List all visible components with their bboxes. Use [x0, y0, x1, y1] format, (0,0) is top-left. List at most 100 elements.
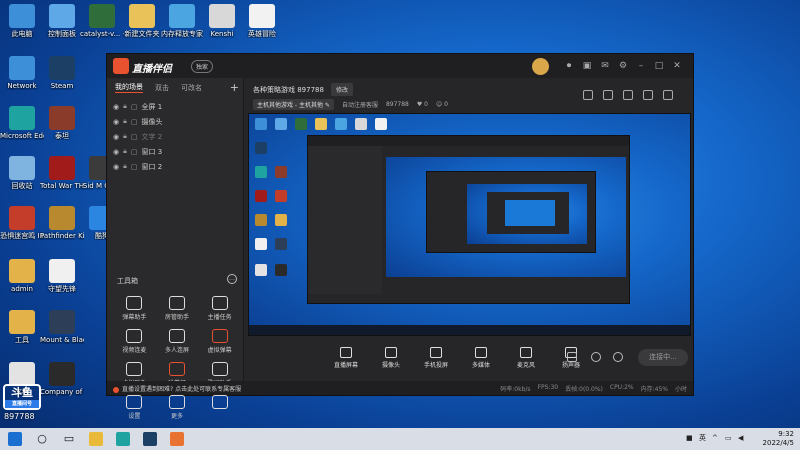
- tab-double-click[interactable]: 双击: [155, 83, 169, 93]
- setup-link[interactable]: 自动注册客服: [342, 100, 378, 109]
- desktop-icon[interactable]: Kenshi: [200, 4, 244, 38]
- ime-indicator[interactable]: 英: [699, 434, 707, 443]
- scene-item[interactable]: ◉ 🔒︎ ▢ 窗口 2: [107, 159, 243, 174]
- tool-item[interactable]: 主播任务: [198, 296, 241, 321]
- network-icon[interactable]: ▭: [725, 434, 733, 443]
- tool-item[interactable]: 设置: [113, 395, 156, 420]
- chevron-up-icon[interactable]: ^: [712, 434, 720, 443]
- screen-capture-button[interactable]: 直播屏幕: [329, 347, 363, 369]
- douyu-icon[interactable]: [170, 432, 184, 446]
- edge-icon[interactable]: [116, 432, 130, 446]
- tool-item[interactable]: 视频连麦: [113, 329, 156, 354]
- gift-icon[interactable]: ▣: [581, 60, 593, 72]
- tool-item[interactable]: [198, 395, 241, 420]
- microphone-button[interactable]: 麦克风: [509, 347, 543, 369]
- maximize-icon[interactable]: □: [653, 60, 665, 72]
- eye-icon[interactable]: ◉: [113, 118, 119, 126]
- desktop-icon[interactable]: 工具: [0, 310, 44, 344]
- layout-icon[interactable]: [583, 90, 593, 100]
- record-icon[interactable]: ⏺: [563, 60, 575, 72]
- tools-more-button[interactable]: …: [227, 274, 237, 284]
- lock-icon[interactable]: 🔒︎: [123, 162, 127, 171]
- tool-label: 主播任务: [207, 314, 232, 321]
- scene-item[interactable]: ◉ 🔒︎ ▢ 窗口 3: [107, 144, 243, 159]
- control-icon: [430, 347, 442, 358]
- desktop-icon[interactable]: Steam: [40, 56, 84, 90]
- app-icon: [49, 362, 75, 386]
- desktop-icon[interactable]: 内存释放专家: [160, 4, 204, 38]
- eye-icon[interactable]: ◉: [113, 133, 119, 141]
- desktop-icon[interactable]: 控制面板: [40, 4, 84, 38]
- share-icon[interactable]: [663, 90, 673, 100]
- desktop-icon[interactable]: 新建文件夹: [120, 4, 164, 38]
- bell-icon[interactable]: [643, 90, 653, 100]
- task-view-icon[interactable]: ▭: [62, 432, 76, 446]
- tab-renamable[interactable]: 可改名: [181, 83, 202, 93]
- file-explorer-icon[interactable]: [89, 432, 103, 446]
- avatar[interactable]: [532, 58, 549, 75]
- camera-record-icon[interactable]: [567, 352, 577, 362]
- desktop-icon[interactable]: catalyst-v... -绿色方式: [80, 4, 124, 38]
- desktop-icon[interactable]: Network: [0, 56, 44, 90]
- tool-item[interactable]: 虚拟弹幕: [198, 329, 241, 354]
- minimize-icon[interactable]: –: [635, 60, 647, 72]
- lock-icon[interactable]: 🔒︎: [123, 132, 127, 141]
- lock-icon[interactable]: [603, 90, 613, 100]
- desktop-icon[interactable]: 恐惧迷宫鸣 III: [0, 206, 44, 240]
- scene-item[interactable]: ◉ 🔒︎ ▢ 文字 2: [107, 129, 243, 144]
- support-notice[interactable]: 直播设置遇到困难? 点击此处可联系专属客服: [113, 384, 241, 393]
- category-chip[interactable]: 主机其他游戏 - 主机其他 ✎: [253, 99, 334, 110]
- scene-item[interactable]: ◉ 🔒︎ ▢ 摄像头: [107, 114, 243, 129]
- desktop-icon[interactable]: 英雄冒险: [240, 4, 284, 38]
- desktop-icon[interactable]: Microsoft Edge: [0, 106, 44, 140]
- clock[interactable]: 9:32 2022/4/5: [763, 430, 794, 448]
- lock-icon[interactable]: 🔒︎: [123, 102, 127, 111]
- settings-icon[interactable]: ⚙: [617, 60, 629, 72]
- eye-icon[interactable]: ◉: [113, 163, 119, 171]
- scene-item[interactable]: ◉ 🔒︎ ▢ 全屏 1: [107, 99, 243, 114]
- volume-icon[interactable]: ◀: [738, 434, 746, 443]
- streaming-app-window: 直播伴侣 独家 ⏺ ▣ ✉ ⚙ – □ ✕ 我的场景 双击 可改名 + ◉ 🔒︎ ▢ 全屏 1 ◉ 🔒…: [106, 53, 694, 420]
- eye-icon[interactable]: ◉: [113, 148, 119, 156]
- room-id: 897788: [385, 101, 409, 108]
- account-badge[interactable]: 独家: [191, 60, 214, 73]
- phone-cast-button[interactable]: 手机投屏: [419, 347, 453, 369]
- eye-icon[interactable]: [591, 352, 601, 362]
- tool-item[interactable]: 多人连屏: [156, 329, 199, 354]
- lock-icon[interactable]: 🔒︎: [123, 147, 127, 156]
- desktop-icon[interactable]: Pathfinder Kingmaker: [40, 206, 84, 240]
- mail-icon[interactable]: ✉: [599, 60, 611, 72]
- desktop-icon[interactable]: Company of Heroes 2: [40, 362, 84, 396]
- desktop-icon[interactable]: 回收站: [0, 156, 44, 190]
- edit-title-button[interactable]: 修改: [331, 83, 354, 96]
- gear-icon[interactable]: [613, 352, 623, 362]
- tab-my-scenes[interactable]: 我的场景: [115, 82, 143, 93]
- desktop-icon[interactable]: admin: [0, 259, 44, 293]
- add-scene-button[interactable]: +: [230, 81, 239, 94]
- lock-icon[interactable]: 🔒︎: [123, 117, 127, 126]
- title-bar: 直播伴侣 独家 ⏺ ▣ ✉ ⚙ – □ ✕: [107, 54, 693, 78]
- douyu-tray-icon[interactable]: ■: [686, 434, 694, 443]
- clock-time: 9:32: [778, 430, 794, 438]
- media-button[interactable]: 多媒体: [464, 347, 498, 369]
- screen-icon[interactable]: [623, 90, 633, 100]
- desktop-icon[interactable]: 泰坦: [40, 106, 84, 140]
- tool-item[interactable]: 弹幕助手: [113, 296, 156, 321]
- eye-icon[interactable]: ◉: [113, 103, 119, 111]
- tool-label: 设置: [128, 413, 141, 420]
- desktop-icon[interactable]: 守望先锋: [40, 259, 84, 293]
- camera-button[interactable]: 摄像头: [374, 347, 408, 369]
- go-live-button[interactable]: 连接中...: [638, 349, 688, 366]
- desktop-icon[interactable]: Total War THREE KI...: [40, 156, 84, 190]
- stat-item: FPS:30: [537, 384, 559, 391]
- desktop-icon-label: 恐惧迷宫鸣 III: [0, 232, 44, 240]
- windows-logo-icon[interactable]: [8, 432, 22, 446]
- desktop-icon[interactable]: 此电脑: [0, 4, 44, 38]
- close-icon[interactable]: ✕: [671, 60, 683, 72]
- steam-icon[interactable]: [143, 432, 157, 446]
- tool-item[interactable]: 房管助手: [156, 296, 199, 321]
- tool-item[interactable]: 更多: [156, 395, 199, 420]
- search-icon[interactable]: ○: [35, 432, 49, 446]
- desktop-icon[interactable]: Mount & Blade II...: [40, 310, 84, 344]
- live-preview[interactable]: [248, 113, 691, 336]
